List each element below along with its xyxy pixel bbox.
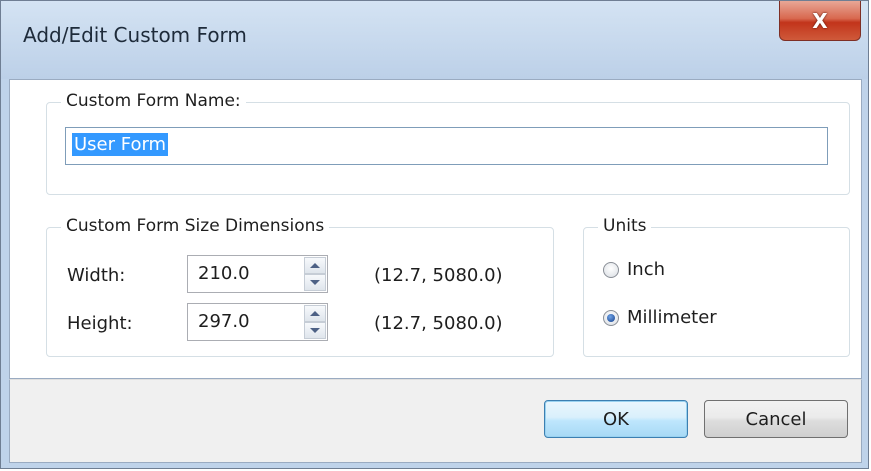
spin-up-arrow-icon — [310, 311, 320, 316]
unit-option-millimeter-label: Millimeter — [627, 307, 717, 328]
width-spin-buttons — [304, 257, 326, 291]
custom-form-name-input[interactable]: User Form — [65, 127, 828, 165]
height-spin-up-button[interactable] — [304, 305, 326, 322]
custom-form-name-value: User Form — [72, 133, 169, 156]
radio-selected-dot — [607, 313, 615, 322]
window-title: Add/Edit Custom Form — [23, 23, 247, 47]
width-range: (12.7, 5080.0) — [374, 265, 503, 286]
height-spin-down-button[interactable] — [304, 322, 326, 339]
width-value: 210.0 — [198, 263, 250, 284]
unit-option-inch-label: Inch — [627, 259, 666, 280]
units-legend: Units — [598, 216, 652, 236]
unit-option-millimeter[interactable]: Millimeter — [603, 307, 717, 328]
custom-form-name-legend: Custom Form Name: — [61, 91, 246, 111]
spin-down-arrow-icon — [310, 280, 320, 285]
unit-option-inch[interactable]: Inch — [603, 259, 665, 280]
spin-up-arrow-icon — [310, 263, 320, 268]
close-icon: X — [812, 8, 828, 33]
dialog-window: Add/Edit Custom Form X Custom Form Name:… — [0, 0, 869, 469]
width-spinbox[interactable]: 210.0 — [187, 255, 328, 293]
size-dimensions-group: Custom Form Size Dimensions Width: 210.0… — [46, 216, 554, 357]
spin-down-arrow-icon — [310, 328, 320, 333]
width-spin-down-button[interactable] — [304, 274, 326, 291]
radio-unchecked-icon — [603, 261, 619, 278]
cancel-button[interactable]: Cancel — [704, 400, 848, 438]
width-label: Width: — [67, 265, 126, 286]
title-bar[interactable]: Add/Edit Custom Form X — [1, 1, 868, 79]
height-spinbox[interactable]: 297.0 — [187, 303, 328, 341]
dialog-content: Custom Form Name: User Form Custom Form … — [9, 79, 862, 379]
custom-form-name-group: Custom Form Name: User Form — [46, 91, 850, 195]
close-button[interactable]: X — [779, 1, 861, 41]
height-range: (12.7, 5080.0) — [374, 313, 503, 334]
size-dimensions-legend: Custom Form Size Dimensions — [61, 216, 330, 236]
width-spin-up-button[interactable] — [304, 257, 326, 274]
button-bar: OK Cancel — [9, 379, 862, 463]
height-spin-buttons — [304, 305, 326, 339]
height-value: 297.0 — [198, 311, 250, 332]
radio-checked-icon — [603, 309, 619, 326]
ok-button[interactable]: OK — [544, 400, 688, 438]
height-label: Height: — [67, 313, 133, 334]
units-group: Units Inch Millimeter — [583, 216, 850, 357]
